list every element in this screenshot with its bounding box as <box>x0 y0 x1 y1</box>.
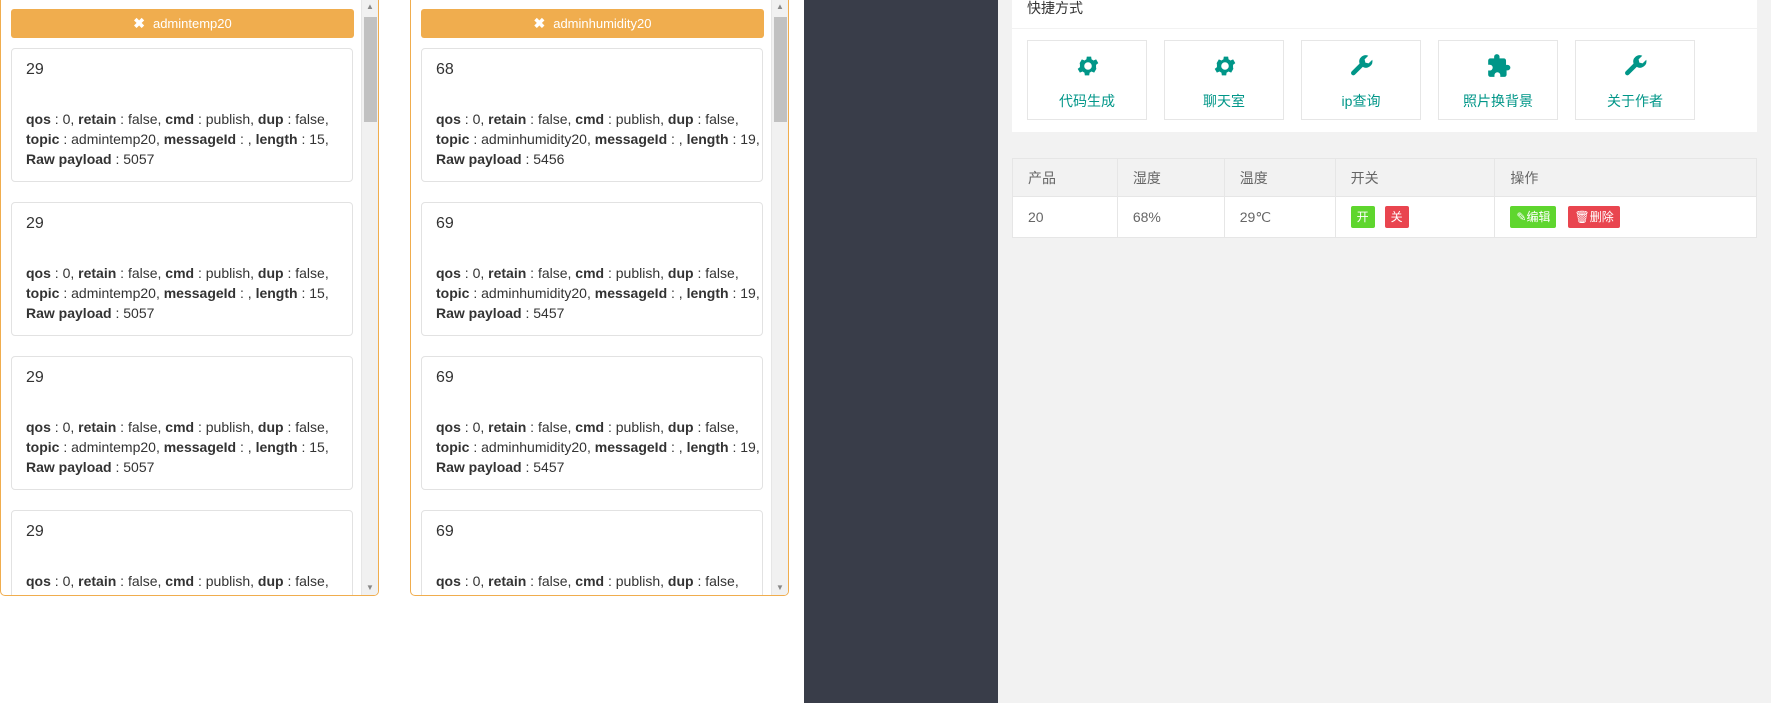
mqtt-panel-humidity: ✖ adminhumidity20 68 qos : 0, retain : f… <box>410 0 789 596</box>
message-card: 68 qos : 0, retain : false, cmd : publis… <box>421 48 763 182</box>
column-header: 操作 <box>1494 158 1757 197</box>
message-meta: qos : 0, retain : false, cmd : publish, … <box>436 265 760 321</box>
puzzle-icon <box>1488 54 1511 77</box>
message-meta: qos : 0, retain : false, cmd : publish, … <box>436 419 760 475</box>
topic-label: admintemp20 <box>152 16 232 31</box>
message-value: 29 <box>26 215 44 232</box>
shortcut-title: 快捷方式 <box>1027 0 1083 16</box>
wrench-icon <box>1351 55 1373 76</box>
edit-button[interactable]: ✎编辑 <box>1510 206 1557 228</box>
cell-switch: 开关 <box>1334 196 1496 238</box>
message-meta: qos : 0, retain : false, cmd : publish, … <box>26 419 329 475</box>
side-nav-background <box>804 0 998 703</box>
trash-icon: 🗑 <box>1574 210 1590 224</box>
scrollbar[interactable]: ▲ ▼ <box>361 0 378 595</box>
main-content: 快捷方式 代码生成 聊天室 ip查询 照片换背景 关于作者 产品 湿度 温度 开… <box>998 0 1771 703</box>
message-meta: qos : 0, retain : false, cmd : publish, … <box>436 573 760 595</box>
message-list[interactable]: 68 qos : 0, retain : false, cmd : publis… <box>411 48 772 595</box>
scroll-up-icon[interactable]: ▲ <box>772 0 788 14</box>
scrollbar[interactable]: ▲ ▼ <box>771 0 788 595</box>
cell-temperature: 29℃ <box>1223 196 1336 238</box>
message-value: 29 <box>26 523 44 540</box>
topic-label: adminhumidity20 <box>553 16 652 31</box>
message-value: 69 <box>436 369 454 386</box>
column-header: 产品 <box>1012 158 1118 197</box>
shortcut-photo-background[interactable]: 照片换背景 <box>1438 40 1558 120</box>
message-list[interactable]: 29 qos : 0, retain : false, cmd : publis… <box>1 48 362 595</box>
shortcut-label: 关于作者 <box>1607 93 1663 109</box>
shortcut-card: 快捷方式 代码生成 聊天室 ip查询 照片换背景 关于作者 <box>1012 0 1757 132</box>
wrench-icon <box>1625 55 1647 76</box>
edit-icon: ✎ <box>1516 210 1527 224</box>
scroll-down-icon[interactable]: ▼ <box>772 581 788 595</box>
table-header-row: 产品 湿度 温度 开关 操作 <box>1012 158 1757 197</box>
divider <box>1012 28 1757 29</box>
cell-product: 20 <box>1012 196 1118 238</box>
shortcut-label: 照片换背景 <box>1463 93 1533 109</box>
scrollbar-thumb[interactable] <box>774 17 787 122</box>
message-card: 69 qos : 0, retain : false, cmd : publis… <box>421 356 763 490</box>
message-card: 69 qos : 0, retain : false, cmd : publis… <box>421 510 763 595</box>
gear-icon <box>1077 56 1099 76</box>
message-value: 69 <box>436 523 454 540</box>
scroll-up-icon[interactable]: ▲ <box>362 0 378 14</box>
cell-actions: ✎编辑 🗑删除 <box>1494 196 1757 238</box>
scrollbar-thumb[interactable] <box>364 17 377 122</box>
message-meta: qos : 0, retain : false, cmd : publish, … <box>436 111 760 167</box>
device-table: 产品 湿度 温度 开关 操作 20 68% 29℃ 开关 ✎编辑 🗑删除 <box>1012 158 1757 238</box>
message-value: 29 <box>26 61 44 78</box>
switch-on-button[interactable]: 开 <box>1350 206 1375 228</box>
message-value: 69 <box>436 215 454 232</box>
switch-off-button[interactable]: 关 <box>1384 206 1409 228</box>
shortcut-about-author[interactable]: 关于作者 <box>1575 40 1695 120</box>
message-card: 29 qos : 0, retain : false, cmd : publis… <box>11 202 353 336</box>
column-header: 开关 <box>1334 158 1496 197</box>
column-header: 温度 <box>1223 158 1336 197</box>
message-meta: qos : 0, retain : false, cmd : publish, … <box>26 265 329 321</box>
column-header: 湿度 <box>1116 158 1225 197</box>
message-card: 29 qos : 0, retain : false, cmd : publis… <box>11 48 353 182</box>
shortcut-chat-room[interactable]: 聊天室 <box>1164 40 1284 120</box>
message-meta: qos : 0, retain : false, cmd : publish, … <box>26 573 329 595</box>
shortcut-label: 代码生成 <box>1059 93 1115 109</box>
delete-button[interactable]: 🗑删除 <box>1568 206 1620 228</box>
table-row: 20 68% 29℃ 开关 ✎编辑 🗑删除 <box>1012 196 1757 238</box>
gear-icon <box>1214 56 1236 76</box>
message-meta: qos : 0, retain : false, cmd : publish, … <box>26 111 329 167</box>
scroll-down-icon[interactable]: ▼ <box>362 581 378 595</box>
shortcut-label: ip查询 <box>1341 93 1381 109</box>
shortcut-code-gen[interactable]: 代码生成 <box>1027 40 1147 120</box>
message-card: 29 qos : 0, retain : false, cmd : publis… <box>11 510 353 595</box>
message-card: 29 qos : 0, retain : false, cmd : publis… <box>11 356 353 490</box>
message-value: 68 <box>436 61 454 78</box>
unsubscribe-button[interactable]: ✖ adminhumidity20 <box>421 9 764 38</box>
shortcut-label: 聊天室 <box>1203 93 1245 109</box>
unsubscribe-button[interactable]: ✖ admintemp20 <box>11 9 354 38</box>
close-icon: ✖ <box>533 15 546 31</box>
message-card: 69 qos : 0, retain : false, cmd : publis… <box>421 202 763 336</box>
message-value: 29 <box>26 369 44 386</box>
mqtt-panel-temp: ✖ admintemp20 29 qos : 0, retain : false… <box>0 0 379 596</box>
cell-humidity: 68% <box>1116 196 1225 238</box>
shortcut-ip-lookup[interactable]: ip查询 <box>1301 40 1421 120</box>
close-icon: ✖ <box>133 15 145 31</box>
